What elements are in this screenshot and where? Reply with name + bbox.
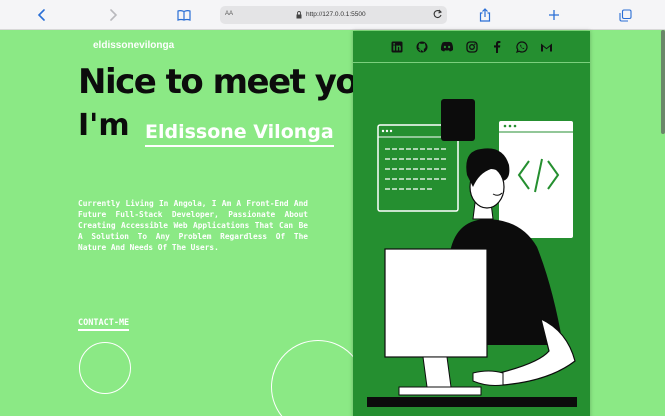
plus-icon[interactable]	[544, 5, 564, 25]
developer-illustration	[367, 99, 577, 407]
browser-toolbar: AA http://127.0.0.1:5500	[0, 0, 665, 30]
monitor	[384, 248, 488, 396]
brand-logo-text[interactable]: eldissonevilonga	[93, 40, 174, 51]
reader-aa-button[interactable]: AA	[225, 11, 233, 17]
forward-icon[interactable]	[103, 5, 123, 25]
instagram-icon[interactable]	[465, 40, 479, 54]
dark-block	[441, 99, 475, 141]
book-icon[interactable]	[174, 5, 194, 25]
social-links	[353, 31, 590, 63]
contact-me-link[interactable]: CONTACT-ME	[78, 318, 130, 331]
share-icon[interactable]	[475, 5, 495, 25]
tabs-icon[interactable]	[615, 5, 635, 25]
about-description: Currently Living In Angola, I Am A Front…	[78, 199, 308, 252]
name-link[interactable]: Eldissone Vilonga	[145, 121, 334, 147]
gmail-icon[interactable]	[540, 40, 554, 54]
back-icon[interactable]	[32, 5, 52, 25]
profile-card	[353, 31, 590, 416]
page-scrollbar[interactable]	[661, 30, 665, 134]
page-headline: Nice to meet you!	[78, 62, 395, 102]
url-text: http://127.0.0.1:5500	[306, 11, 366, 18]
discord-icon[interactable]	[440, 40, 454, 54]
desk	[367, 397, 577, 407]
code-tag-window-icon	[499, 121, 573, 238]
decor-circle	[271, 340, 365, 416]
intro-im: I'm	[78, 108, 130, 143]
linkedin-icon[interactable]	[390, 40, 404, 54]
facebook-icon[interactable]	[490, 40, 504, 54]
decor-circle	[79, 342, 131, 394]
github-icon[interactable]	[415, 40, 429, 54]
lock-icon	[296, 11, 302, 21]
whatsapp-icon[interactable]	[515, 40, 529, 54]
address-bar[interactable]: AA http://127.0.0.1:5500	[220, 6, 447, 24]
reload-icon[interactable]	[432, 9, 443, 22]
